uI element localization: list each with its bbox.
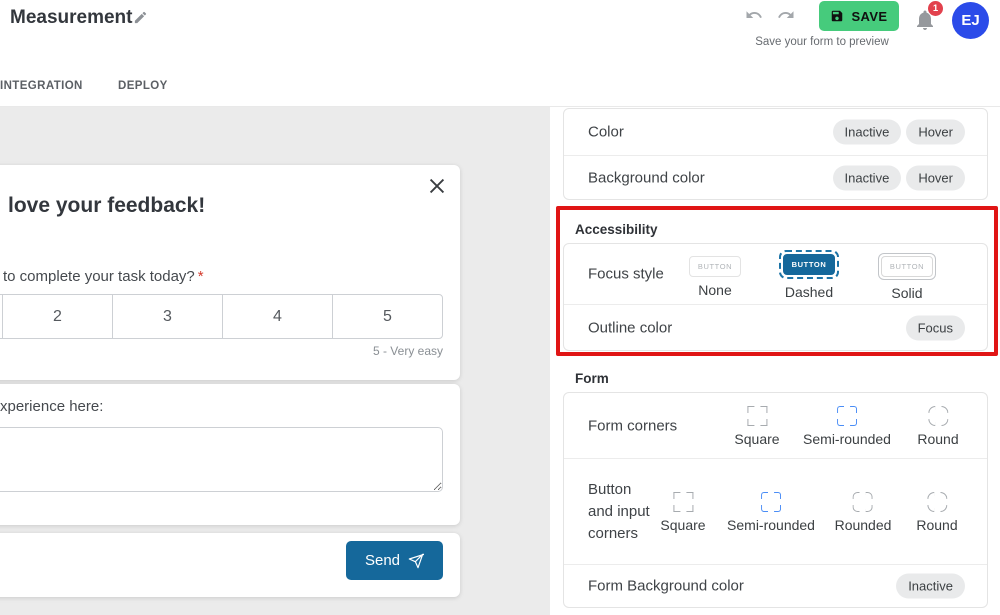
feedback-modal-footer: Send — [0, 533, 460, 597]
form-section-title: Form — [575, 371, 609, 386]
dashed-outline: BUTTON — [779, 250, 839, 279]
form-corner-option-round[interactable]: Round — [917, 406, 958, 447]
focus-style-row: Focus style BUTTON None BUTTON Dashed BU… — [564, 244, 987, 304]
rounded-corners-icon — [853, 492, 873, 512]
form-preview-canvas: love your feedback! to complete your tas… — [0, 107, 550, 615]
redo-icon[interactable] — [775, 6, 799, 26]
button-input-corners-row: Button and input corners Square Semi-rou… — [564, 458, 987, 564]
form-background-inactive-pill[interactable]: Inactive — [896, 574, 965, 599]
outline-color-label: Outline color — [588, 320, 672, 337]
accessibility-section-title: Accessibility — [575, 222, 658, 237]
background-color-row: Background color Inactive Hover — [564, 155, 987, 200]
color-settings-card: Color Inactive Hover Background color In… — [563, 108, 988, 200]
avatar[interactable]: EJ — [952, 2, 989, 39]
outline-focus-pill[interactable]: Focus — [906, 316, 965, 341]
button-corner-option-round[interactable]: Round — [916, 492, 957, 533]
outline-color-row: Outline color Focus — [564, 304, 987, 351]
background-hover-pill[interactable]: Hover — [906, 166, 965, 191]
close-icon[interactable] — [426, 175, 448, 197]
save-icon — [830, 9, 844, 23]
required-asterisk: * — [198, 268, 204, 285]
focus-option-none[interactable]: BUTTON None — [689, 256, 741, 298]
button-corner-option-square[interactable]: Square — [660, 492, 705, 533]
comment-label: xperience here: — [0, 398, 103, 415]
paper-plane-icon — [408, 553, 424, 569]
send-button[interactable]: Send — [346, 541, 443, 580]
focus-dashed-button[interactable]: BUTTON — [783, 254, 835, 275]
square-corners-icon — [747, 406, 767, 426]
round-corners-icon — [927, 492, 947, 512]
comment-textarea[interactable] — [0, 427, 443, 492]
form-background-color-row: Form Background color Inactive — [564, 564, 987, 607]
rating-cell[interactable]: 2 — [2, 295, 112, 338]
rating-cell[interactable]: 4 — [222, 295, 332, 338]
semi-rounded-corners-icon — [837, 406, 857, 426]
background-color-row-label: Background color — [588, 170, 705, 187]
feedback-heading: love your feedback! — [8, 194, 205, 218]
save-hint-text: Save your form to preview — [742, 36, 902, 48]
button-corner-option-semi-rounded[interactable]: Semi-rounded — [727, 492, 815, 533]
undo-icon[interactable] — [743, 6, 767, 26]
background-inactive-pill[interactable]: Inactive — [833, 166, 902, 191]
focus-option-solid[interactable]: BUTTON Solid — [878, 253, 936, 301]
page-title: Measurement — [10, 7, 133, 29]
round-corners-icon — [928, 406, 948, 426]
color-row-label: Color — [588, 124, 624, 141]
solid-outline: BUTTON — [878, 253, 936, 280]
scale-hint-label: 5 - Very easy — [373, 344, 443, 358]
save-button-label: SAVE — [851, 9, 887, 24]
form-corners-row: Form corners Square Semi-rounded Round — [564, 393, 987, 458]
focus-solid-button[interactable]: BUTTON — [881, 256, 933, 277]
app-header: Measurement INTEGRATION DEPLOY SAVE Save… — [0, 0, 1000, 107]
button-input-corners-label: Button and input corners — [588, 479, 652, 545]
save-button[interactable]: SAVE — [819, 1, 899, 31]
rating-cell[interactable]: 5 — [332, 295, 442, 338]
rating-scale: 2 3 4 5 — [0, 294, 443, 339]
accessibility-card: Focus style BUTTON None BUTTON Dashed BU… — [563, 243, 988, 351]
tab-integration[interactable]: INTEGRATION — [0, 80, 83, 92]
feedback-modal-comment-card: xperience here: — [0, 384, 460, 525]
form-corner-option-square[interactable]: Square — [734, 406, 779, 447]
focus-none-button[interactable]: BUTTON — [689, 256, 741, 277]
semi-rounded-corners-icon — [761, 492, 781, 512]
edit-title-icon[interactable] — [133, 10, 148, 30]
form-card: Form corners Square Semi-rounded Round B… — [563, 392, 988, 608]
form-corner-option-semi-rounded[interactable]: Semi-rounded — [803, 406, 891, 447]
focus-none-label: None — [698, 282, 731, 298]
form-background-color-label: Form Background color — [588, 578, 744, 595]
focus-style-label: Focus style — [588, 266, 664, 283]
focus-option-dashed[interactable]: BUTTON Dashed — [779, 250, 839, 300]
rating-cell[interactable]: 3 — [112, 295, 222, 338]
focus-solid-label: Solid — [891, 285, 922, 301]
form-corners-label: Form corners — [588, 417, 677, 434]
feedback-modal-question-card: love your feedback! to complete your tas… — [0, 165, 460, 380]
focus-dashed-label: Dashed — [785, 284, 833, 300]
notification-badge: 1 — [927, 0, 944, 17]
color-inactive-pill[interactable]: Inactive — [833, 120, 902, 145]
square-corners-icon — [673, 492, 693, 512]
color-hover-pill[interactable]: Hover — [906, 120, 965, 145]
send-button-label: Send — [365, 552, 400, 569]
style-settings-panel: Color Inactive Hover Background color In… — [550, 107, 1000, 615]
button-corner-option-rounded[interactable]: Rounded — [835, 492, 892, 533]
question-text: to complete your task today?* — [3, 268, 204, 285]
color-row: Color Inactive Hover — [564, 109, 987, 155]
tab-deploy[interactable]: DEPLOY — [118, 80, 168, 92]
